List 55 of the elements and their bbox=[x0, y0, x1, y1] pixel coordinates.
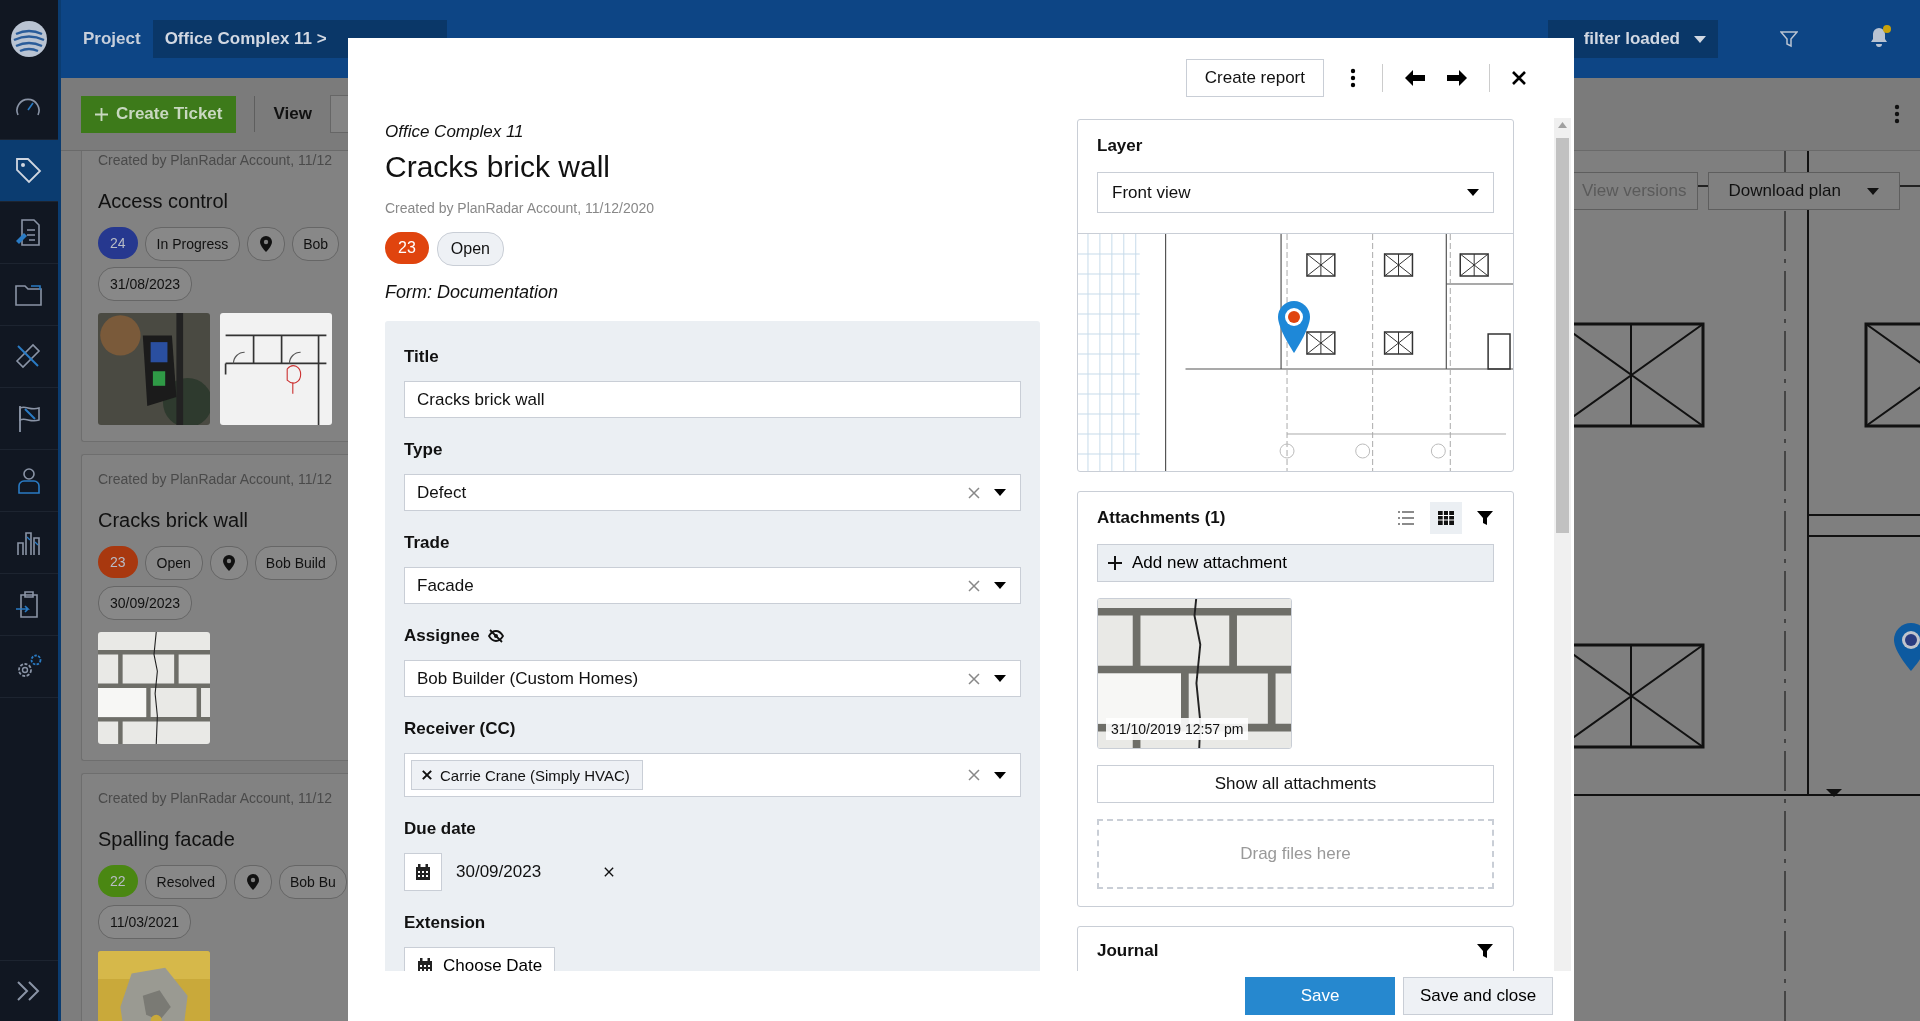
view-label: View bbox=[273, 104, 312, 124]
save-and-close-button[interactable]: Save and close bbox=[1403, 977, 1553, 1015]
create-report-button[interactable]: Create report bbox=[1185, 59, 1324, 97]
field-label: Assignee bbox=[404, 626, 480, 646]
ticket-date: 30/09/2023 bbox=[98, 586, 193, 620]
ticket-assignee: Bob Bu bbox=[278, 865, 347, 899]
choose-date-button[interactable]: Choose Date bbox=[404, 947, 556, 971]
field-label: Extension bbox=[404, 913, 486, 933]
card-title: Attachments (1) bbox=[1097, 508, 1227, 528]
ticket-number: 22 bbox=[98, 865, 138, 897]
card-title: Journal bbox=[1097, 941, 1160, 961]
ticket-date: 31/08/2023 bbox=[98, 267, 193, 301]
ticket-number: 23 bbox=[385, 232, 429, 264]
create-ticket-button[interactable]: Create Ticket bbox=[81, 95, 237, 133]
show-all-attachments-button[interactable]: Show all attachments bbox=[1097, 765, 1494, 803]
download-plan-button[interactable]: Download plan bbox=[1707, 172, 1900, 210]
project-label: Project bbox=[83, 29, 141, 49]
form-name: Form: Documentation bbox=[385, 282, 560, 303]
field-label: Type bbox=[404, 440, 443, 460]
ticket-status: Resolved bbox=[144, 865, 227, 899]
ticket-date: 11/03/2021 bbox=[98, 905, 192, 939]
ticket-status: In Progress bbox=[144, 227, 241, 261]
ticket-number: 24 bbox=[98, 227, 138, 259]
ticket-title: Cracks brick wall bbox=[385, 150, 612, 184]
attachment-timestamp: 31/10/2019 12:57 pm bbox=[1106, 718, 1249, 740]
ticket-title: Spalling facade bbox=[98, 828, 236, 851]
ticket-title: Cracks brick wall bbox=[98, 509, 250, 532]
ticket-assignee: Bob bbox=[292, 227, 340, 261]
filter-select[interactable]: filter loaded bbox=[1547, 20, 1718, 58]
select-field[interactable]: Bob Builder (Custom Homes) bbox=[404, 660, 1021, 697]
ticket-created: Created by PlanRadar Account, 11/12/2020 bbox=[385, 200, 656, 216]
date-value: 30/09/2023 bbox=[456, 862, 543, 882]
card-title: Layer bbox=[1097, 136, 1144, 156]
field-label: Receiver (CC) bbox=[404, 719, 516, 739]
ticket-number: 23 bbox=[98, 546, 138, 578]
field-label: Trade bbox=[404, 533, 450, 553]
ticket-assignee: Bob Build bbox=[254, 546, 337, 580]
ticket-title: Access control bbox=[98, 190, 230, 213]
ticket-status: Open bbox=[436, 232, 504, 266]
tag-text: Carrie Crane (Simply HVAC) bbox=[440, 766, 630, 784]
select-field[interactable]: Carrie Crane (Simply HVAC) bbox=[404, 753, 1021, 797]
ticket-status: Open bbox=[144, 546, 203, 580]
save-button[interactable]: Save bbox=[1245, 977, 1395, 1015]
ticket-created: Created by PlanRadar Account, 11/12 bbox=[98, 790, 333, 806]
field-label: Due date bbox=[404, 819, 476, 839]
select-field[interactable]: Facade bbox=[404, 567, 1021, 604]
text-field[interactable]: Cracks brick wall bbox=[404, 381, 1021, 418]
ticket-created: Created by PlanRadar Account, 11/12 bbox=[98, 471, 333, 487]
add-attachment-button[interactable]: Add new attachment bbox=[1097, 544, 1494, 582]
project-name: Office Complex 11 bbox=[385, 122, 525, 142]
field-label: Title bbox=[404, 347, 439, 367]
ticket-created: Created by PlanRadar Account, 11/12 bbox=[98, 152, 333, 168]
layer-select[interactable]: Front view bbox=[1097, 172, 1494, 213]
select-field[interactable]: Defect bbox=[404, 474, 1021, 511]
attachment-thumbnail[interactable]: 31/10/2019 12:57 pm bbox=[1097, 598, 1292, 749]
